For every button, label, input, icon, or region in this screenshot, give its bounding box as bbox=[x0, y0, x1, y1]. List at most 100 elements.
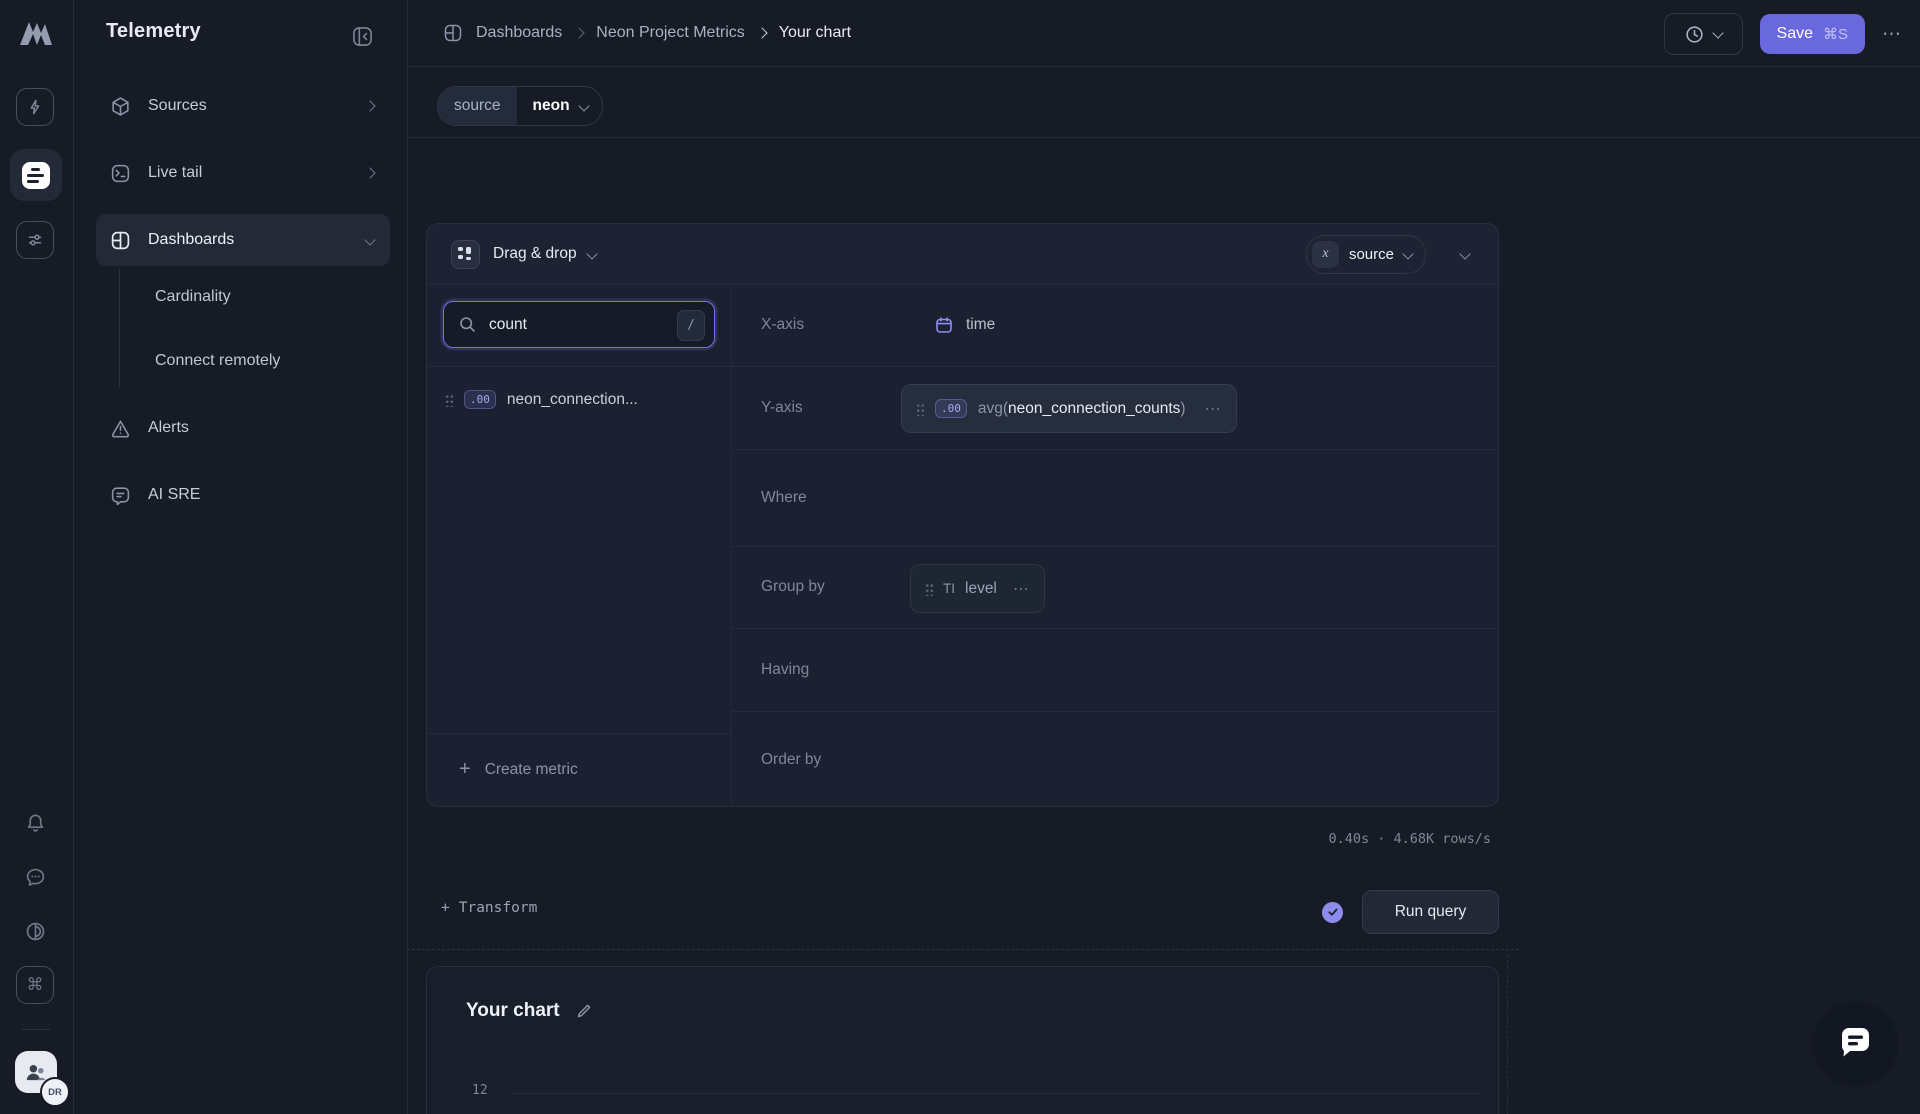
sidebar-item-live-tail[interactable]: Live tail bbox=[96, 151, 390, 195]
drag-handle-icon[interactable] bbox=[916, 402, 924, 416]
formula-x-badge: x bbox=[1312, 241, 1339, 268]
source-filter-chip[interactable]: source neon bbox=[437, 86, 603, 126]
collapse-panel-chevron-icon[interactable] bbox=[1461, 245, 1469, 263]
edit-pencil-icon[interactable] bbox=[575, 1002, 593, 1020]
ellipsis-menu-icon[interactable]: ⋯ bbox=[1013, 579, 1030, 599]
order-by-row[interactable]: Order by bbox=[731, 711, 1498, 808]
sidebar-item-dashboards[interactable]: Dashboards bbox=[96, 214, 390, 266]
more-options-button[interactable]: ⋯ bbox=[1882, 23, 1902, 46]
chevron-down-icon bbox=[1404, 245, 1412, 263]
avatar-initials-badge: DR bbox=[40, 1077, 70, 1107]
row-label: Group by bbox=[761, 578, 896, 596]
breadcrumb-dashboard-name[interactable]: Neon Project Metrics bbox=[596, 24, 745, 42]
slash-shortcut-badge: / bbox=[677, 310, 705, 341]
plus-icon: + bbox=[441, 900, 450, 916]
notifications-bell-icon[interactable] bbox=[13, 801, 57, 845]
drag-handle-icon[interactable] bbox=[445, 393, 453, 407]
where-row[interactable]: Where bbox=[731, 449, 1498, 547]
cube-icon bbox=[110, 96, 132, 117]
sidebar-item-connect-remotely[interactable]: Connect remotely bbox=[155, 341, 385, 381]
sidebar-item-label: Dashboards bbox=[148, 231, 234, 249]
icon-rail: ⌘ DR bbox=[0, 0, 74, 1114]
transform-label: Transform bbox=[459, 900, 538, 916]
run-query-button[interactable]: Run query bbox=[1362, 890, 1499, 934]
x-axis-value[interactable]: time bbox=[934, 315, 995, 335]
x-axis-field: time bbox=[966, 316, 995, 334]
sidebar: Telemetry Sources Live tail Dashboards C… bbox=[73, 0, 408, 1114]
query-mode-label[interactable]: Drag & drop bbox=[493, 245, 577, 263]
chevron-down-icon bbox=[580, 97, 588, 115]
y-axis-tick: 12 bbox=[472, 1083, 488, 1098]
x-axis-row[interactable]: X-axis time bbox=[731, 284, 1498, 367]
layout-ruler bbox=[407, 949, 1519, 950]
sidebar-item-label: Live tail bbox=[148, 164, 202, 182]
chevron-down-icon[interactable] bbox=[588, 245, 596, 263]
y-axis-row[interactable]: Y-axis .00 avg(neon_connection_counts) ⋯ bbox=[731, 366, 1498, 450]
collapse-sidebar-icon[interactable] bbox=[351, 25, 374, 48]
drag-drop-mode-icon bbox=[451, 240, 480, 269]
group-by-field-chip[interactable]: TI level ⋯ bbox=[910, 564, 1045, 613]
brand-logo-icon bbox=[17, 16, 55, 50]
logs-stream-active-icon[interactable] bbox=[10, 149, 62, 201]
query-builder-header: Drag & drop x source bbox=[427, 224, 1498, 285]
group-by-row[interactable]: Group by TI level ⋯ bbox=[731, 546, 1498, 629]
metric-name: neon_connection... bbox=[507, 391, 638, 409]
query-valid-check-icon bbox=[1322, 902, 1343, 923]
nav-tree-line bbox=[119, 268, 120, 388]
breadcrumb-dashboards[interactable]: Dashboards bbox=[476, 24, 562, 42]
sidebar-item-label: Alerts bbox=[148, 419, 189, 437]
chevron-right-icon bbox=[758, 24, 766, 42]
numeric-type-badge: .00 bbox=[935, 399, 967, 418]
having-row[interactable]: Having bbox=[731, 628, 1498, 712]
chat-launcher[interactable] bbox=[1812, 1001, 1898, 1087]
layout-guide bbox=[1507, 955, 1508, 1114]
ellipsis-menu-icon[interactable]: ⋯ bbox=[1205, 399, 1222, 419]
feedback-chat-icon[interactable] bbox=[13, 855, 57, 899]
search-icon bbox=[458, 315, 477, 334]
text-type-icon: TI bbox=[943, 581, 955, 596]
sidebar-item-cardinality[interactable]: Cardinality bbox=[155, 277, 385, 317]
chat-bubble-icon bbox=[1834, 1023, 1876, 1065]
create-metric-button[interactable]: + Create metric bbox=[427, 733, 731, 806]
sidebar-item-label: Sources bbox=[148, 97, 207, 115]
sidebar-item-sources[interactable]: Sources bbox=[96, 84, 390, 128]
save-button[interactable]: Save ⌘S bbox=[1760, 14, 1865, 54]
chevron-right-icon bbox=[575, 24, 583, 42]
y-axis-aggregation-chip[interactable]: .00 avg(neon_connection_counts) ⋯ bbox=[901, 384, 1237, 433]
query-stats: 0.40s · 4.68K rows/s bbox=[1328, 831, 1491, 847]
sidebar-item-label: AI SRE bbox=[148, 486, 200, 504]
row-label: Order by bbox=[761, 751, 896, 769]
quickstart-icon[interactable] bbox=[13, 85, 57, 129]
shortcuts-command-icon[interactable]: ⌘ bbox=[13, 963, 57, 1007]
query-area: Drag & drop x source count / bbox=[407, 137, 1519, 1114]
row-label: Y-axis bbox=[761, 399, 896, 417]
dashboards-grid-icon bbox=[443, 23, 463, 43]
sidebar-item-alerts[interactable]: Alerts bbox=[96, 406, 390, 450]
chevron-down-icon bbox=[366, 231, 374, 249]
save-shortcut: ⌘S bbox=[1823, 25, 1848, 43]
sidebar-item-ai-sre[interactable]: AI SRE bbox=[96, 473, 390, 517]
drag-handle-icon[interactable] bbox=[925, 582, 933, 596]
column-source-chip[interactable]: x source bbox=[1306, 235, 1426, 274]
metric-list-item[interactable]: .00 neon_connection... bbox=[445, 390, 638, 409]
breadcrumb-current: Your chart bbox=[779, 24, 851, 42]
save-label: Save bbox=[1777, 25, 1813, 43]
ai-chat-icon bbox=[110, 485, 132, 506]
group-by-field: level bbox=[965, 580, 997, 598]
metric-search-input[interactable]: count / bbox=[443, 301, 715, 348]
settings-sliders-icon[interactable] bbox=[13, 218, 57, 262]
chevron-right-icon bbox=[366, 97, 374, 115]
chart-title: Your chart bbox=[466, 1000, 560, 1022]
terminal-icon bbox=[110, 163, 132, 184]
transform-button[interactable]: + Transform bbox=[441, 900, 537, 916]
create-metric-label: Create metric bbox=[485, 761, 578, 779]
chevron-right-icon bbox=[366, 164, 374, 182]
breadcrumb: Dashboards Neon Project Metrics Your cha… bbox=[443, 23, 851, 43]
workspace-title: Telemetry bbox=[106, 20, 201, 43]
time-range-button[interactable] bbox=[1664, 13, 1743, 55]
aggregation-expression: avg(neon_connection_counts) bbox=[978, 400, 1186, 418]
plus-icon: + bbox=[459, 758, 471, 781]
query-builder-panel: Drag & drop x source count / bbox=[426, 223, 1499, 807]
calendar-icon bbox=[934, 315, 954, 335]
theme-contrast-icon[interactable] bbox=[13, 909, 57, 953]
